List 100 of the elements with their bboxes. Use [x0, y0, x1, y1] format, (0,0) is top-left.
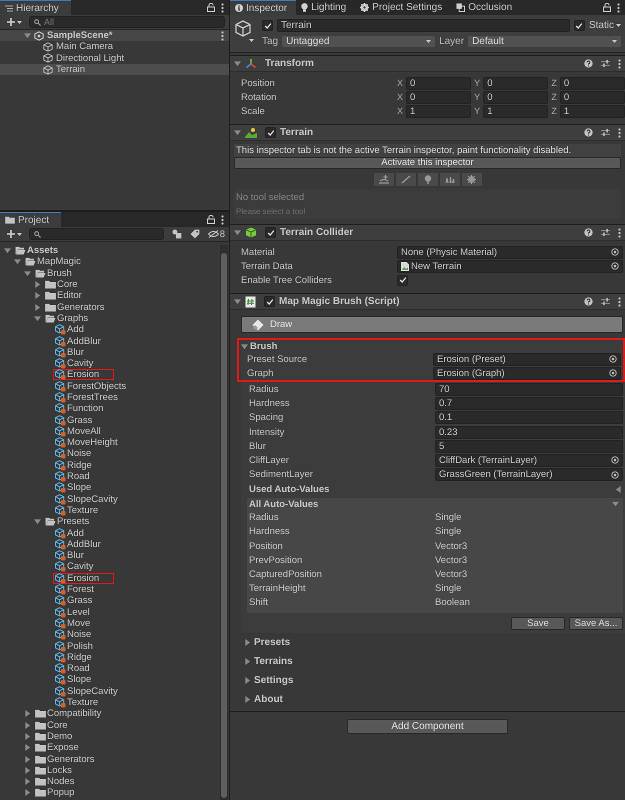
- panel-tab[interactable]: Hierarchy: [0, 0, 71, 15]
- foldout-caret-icon[interactable]: [24, 722, 31, 729]
- foldout-caret-icon[interactable]: [241, 342, 248, 350]
- name-field[interactable]: Terrain: [277, 19, 570, 32]
- help-icon[interactable]: [584, 297, 593, 306]
- foldout-caret-icon[interactable]: [234, 298, 241, 305]
- tree-item[interactable]: Compatibility: [47, 708, 102, 720]
- active-checkbox[interactable]: [262, 20, 273, 31]
- tree-item[interactable]: Ridge: [67, 652, 92, 663]
- tree-item[interactable]: Cavity: [67, 358, 94, 370]
- tree-item[interactable]: Editor: [57, 290, 82, 302]
- more-icon[interactable]: [617, 2, 620, 12]
- sliders-icon[interactable]: [601, 297, 610, 306]
- tree-item[interactable]: Erosion: [67, 572, 100, 584]
- number-field[interactable]: 0.7: [435, 397, 623, 410]
- tool-button[interactable]: [396, 173, 416, 186]
- tree-item[interactable]: Add: [67, 528, 84, 539]
- foldout-caret-icon[interactable]: [34, 304, 41, 311]
- object-field[interactable]: CliffDark (TerrainLayer): [435, 454, 623, 467]
- sliders-icon[interactable]: [601, 59, 610, 68]
- foldout-caret-icon[interactable]: [24, 789, 31, 796]
- tree-item[interactable]: Graphs: [57, 312, 88, 324]
- tool-button[interactable]: [418, 173, 438, 186]
- save-button[interactable]: Save As...: [569, 617, 623, 630]
- number-field[interactable]: 0: [560, 76, 625, 90]
- foldout-caret-icon[interactable]: [612, 501, 619, 508]
- tree-item[interactable]: Nodes: [47, 776, 74, 788]
- draw-toggle[interactable]: Draw: [241, 316, 623, 333]
- inspector-tab[interactable]: Lighting: [296, 0, 356, 15]
- foldout-caret-icon[interactable]: [14, 258, 21, 266]
- component-header[interactable]: Transform: [230, 55, 625, 72]
- add-button[interactable]: [4, 18, 25, 26]
- tree-item[interactable]: AddBlur: [67, 336, 101, 347]
- component-checkbox[interactable]: [264, 296, 275, 307]
- tree-item[interactable]: SlopeCavity: [67, 686, 118, 697]
- foldout-caret-icon[interactable]: [24, 732, 31, 740]
- foldout-caret-icon[interactable]: [24, 756, 31, 762]
- inspector-tab[interactable]: Inspector: [230, 0, 296, 15]
- component-checkbox[interactable]: [265, 227, 276, 238]
- hierarchy-item[interactable]: Directional Light: [0, 52, 229, 64]
- object-field[interactable]: New Terrain: [397, 260, 623, 272]
- sliders-icon[interactable]: [601, 128, 610, 137]
- more-icon[interactable]: [221, 2, 224, 12]
- tree-item[interactable]: Road: [67, 471, 90, 482]
- more-icon[interactable]: [618, 58, 621, 68]
- tag-dropdown[interactable]: Untagged: [282, 36, 436, 47]
- more-icon[interactable]: [618, 296, 621, 306]
- inspector-tab[interactable]: Project Settings: [355, 0, 452, 15]
- tree-item[interactable]: ForestTrees: [67, 392, 118, 403]
- number-field[interactable]: 0: [483, 90, 548, 104]
- tree-item[interactable]: Polish: [67, 640, 93, 652]
- tree-item[interactable]: Forest: [67, 584, 94, 596]
- more-icon[interactable]: [221, 30, 224, 41]
- tree-item[interactable]: Ridge: [67, 460, 92, 471]
- more-icon[interactable]: [618, 228, 621, 238]
- hierarchy-item[interactable]: Terrain: [0, 64, 229, 76]
- tree-item[interactable]: Erosion: [67, 369, 100, 380]
- tree-item[interactable]: MoveHeight: [67, 437, 118, 448]
- tree-item[interactable]: MapMagic: [37, 256, 81, 268]
- tree-item[interactable]: Move: [67, 618, 90, 629]
- object-field[interactable]: None (Physic Material): [397, 246, 623, 258]
- panel-tab[interactable]: Project: [0, 212, 61, 227]
- section-title[interactable]: About: [254, 694, 283, 705]
- search-field[interactable]: [29, 228, 164, 240]
- foldout-caret-icon[interactable]: [244, 658, 251, 665]
- tree-item[interactable]: Generators: [57, 302, 105, 313]
- foldout-caret-icon[interactable]: [615, 486, 621, 493]
- tag-icon[interactable]: [190, 229, 200, 239]
- foldout-caret-icon[interactable]: [34, 518, 41, 526]
- number-field[interactable]: 0: [483, 76, 548, 90]
- tree-item[interactable]: SlopeCavity: [67, 494, 118, 505]
- foldout-caret-icon[interactable]: [34, 292, 41, 300]
- save-button[interactable]: Save: [511, 617, 565, 630]
- help-icon[interactable]: [584, 228, 593, 237]
- hidden-count-button[interactable]: 8: [208, 228, 225, 240]
- filter-type-icon[interactable]: [172, 229, 182, 239]
- add-button[interactable]: [4, 230, 25, 238]
- foldout-caret-icon[interactable]: [4, 247, 11, 254]
- help-icon[interactable]: [584, 128, 593, 137]
- number-field[interactable]: 5: [435, 440, 623, 453]
- tree-item[interactable]: Noise: [67, 629, 92, 640]
- number-field[interactable]: 0: [406, 76, 472, 90]
- tree-item[interactable]: Slope: [67, 674, 92, 686]
- sliders-icon[interactable]: [601, 228, 610, 237]
- number-field[interactable]: 1: [560, 104, 625, 118]
- tree-item[interactable]: ForestObjects: [67, 380, 126, 392]
- tree-item[interactable]: Add: [67, 324, 84, 336]
- tree-item[interactable]: Demo: [47, 730, 72, 742]
- foldout-caret-icon[interactable]: [34, 314, 41, 322]
- section-title[interactable]: All Auto-Values: [249, 498, 612, 510]
- gameobject-cube-icon[interactable]: [234, 19, 256, 43]
- layer-dropdown[interactable]: Default: [468, 36, 622, 47]
- tree-item[interactable]: Level: [67, 606, 90, 618]
- tree-item[interactable]: Grass: [67, 414, 92, 426]
- tree-item[interactable]: Locks: [47, 764, 72, 776]
- tree-item[interactable]: Generators: [47, 754, 95, 764]
- tree-item[interactable]: Function: [67, 403, 104, 414]
- number-field[interactable]: 0.23: [435, 426, 623, 439]
- section-title[interactable]: Settings: [254, 675, 294, 686]
- more-icon[interactable]: [618, 128, 621, 138]
